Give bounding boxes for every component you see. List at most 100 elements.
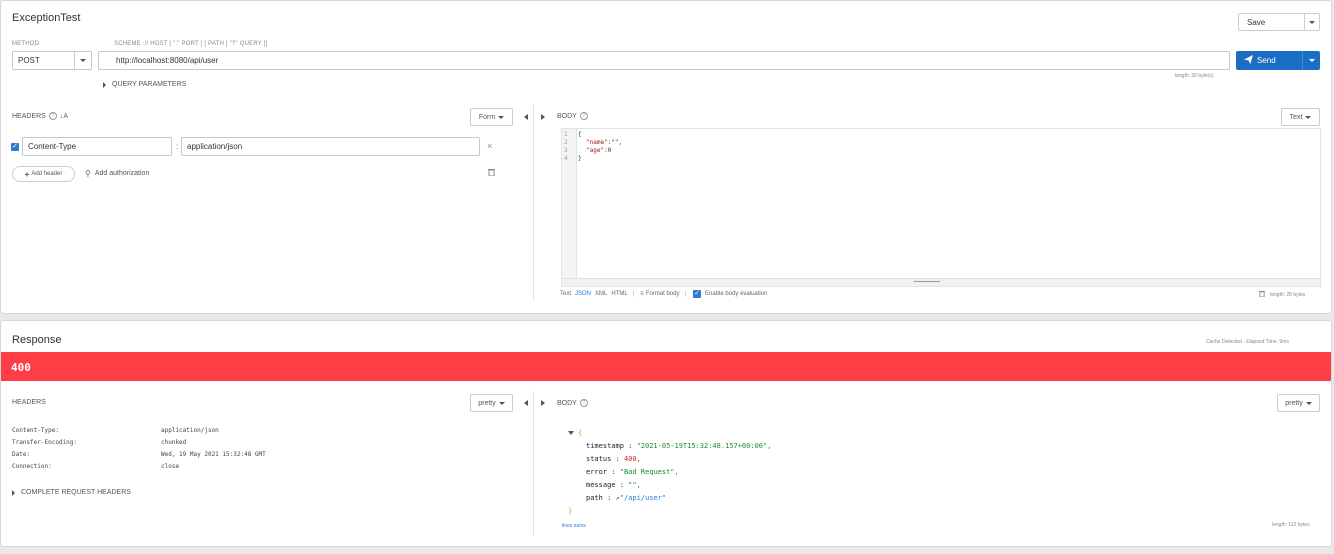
chevron-down-icon: [1305, 401, 1312, 405]
path-link[interactable]: "/api/user": [620, 494, 666, 502]
enable-eval-label: Enable body evaluation: [705, 291, 768, 297]
remove-header-icon[interactable]: ×: [487, 141, 492, 151]
method-value: POST: [18, 56, 40, 65]
enable-eval-checkbox[interactable]: ✓: [693, 290, 702, 298]
response-title: Response: [12, 334, 62, 346]
format-body-link[interactable]: Format body: [646, 291, 680, 297]
format-body-icon: ≡: [640, 291, 644, 297]
header-name-input[interactable]: Content-Type: [22, 137, 172, 156]
plus-icon: +: [24, 169, 30, 179]
body-editor[interactable]: 1{ 2 "name":"", 3 "age":0 4}: [561, 128, 1321, 287]
save-label: Save: [1247, 17, 1266, 27]
header-enabled-checkbox[interactable]: ✓: [11, 143, 19, 151]
json-field-message: message : "",: [586, 481, 641, 489]
response-body-label: BODY: [557, 399, 577, 407]
chevron-down-icon: [1309, 20, 1315, 24]
expand-right-icon[interactable]: [541, 114, 545, 120]
body-mode-value: Text: [1289, 113, 1303, 121]
resize-handle[interactable]: [562, 278, 1320, 286]
header-row: Transfer-Encoding: chunked: [12, 439, 187, 446]
body-length: length: 28 bytes: [1270, 291, 1306, 298]
cache-info: Cache Detected - Elapsed Time: 9ms: [1206, 339, 1289, 345]
json-field-path: path : ↗"/api/user": [586, 494, 667, 502]
json-field-error: error : "Bad Request",: [586, 468, 679, 476]
chevron-down-icon: [1305, 115, 1312, 119]
response-body-mode-select[interactable]: pretty: [1277, 394, 1320, 412]
request-card: ExceptionTest Save METHOD SCHEME :// HOS…: [0, 0, 1332, 314]
response-body-header: BODY ?: [557, 399, 588, 407]
footer-separator: |: [632, 291, 635, 297]
chevron-down-icon: [1308, 59, 1315, 62]
request-title: ExceptionTest: [12, 12, 81, 24]
add-authorization-link[interactable]: ⚲ Add authorization: [85, 169, 149, 178]
send-main[interactable]: Send: [1236, 55, 1302, 66]
body-mode-select[interactable]: Text: [1281, 108, 1320, 126]
url-input[interactable]: http://localhost:8080/api/user: [98, 51, 1230, 70]
code-line: 4}: [564, 155, 582, 162]
header-row: Date: Wed, 19 May 2021 15:32:48 GMT: [12, 451, 266, 458]
method-label: METHOD: [12, 41, 40, 47]
help-icon: ?: [579, 112, 588, 120]
collapse-json-icon[interactable]: [568, 431, 574, 435]
header-value-input[interactable]: application/json: [181, 137, 480, 156]
request-body-label: BODY: [557, 112, 577, 120]
help-icon: ?: [579, 399, 588, 407]
json-field-timestamp: timestamp : "2021-05-19T15:32:48.157+00:…: [586, 442, 772, 450]
pane-divider[interactable]: [533, 391, 534, 536]
body-length-info: length: 28 bytes: [1259, 290, 1305, 299]
send-label: Send: [1257, 56, 1276, 65]
code-line: 2 "name":"",: [564, 139, 623, 146]
request-headers-header: HEADERS ? ↓A: [12, 112, 68, 120]
add-header-button[interactable]: + Add header: [12, 166, 75, 182]
help-icon: ?: [48, 112, 57, 120]
response-headers-label: HEADERS: [12, 399, 46, 406]
header-value-value: application/json: [187, 142, 243, 151]
save-button[interactable]: Save: [1238, 13, 1320, 31]
format-json-option[interactable]: JSON: [575, 291, 591, 297]
send-button[interactable]: Send: [1236, 51, 1320, 70]
collapse-left-icon[interactable]: [524, 400, 528, 406]
status-code: 400: [11, 361, 31, 374]
query-parameters-label: QUERY PARAMETERS: [112, 81, 187, 88]
code-line: 1{: [564, 131, 582, 138]
save-dropdown-toggle[interactable]: [1304, 14, 1319, 30]
trash-icon[interactable]: [488, 168, 495, 178]
format-html-option[interactable]: HTML: [611, 291, 627, 297]
format-xml-option[interactable]: XML: [595, 291, 607, 297]
key-icon: ⚲: [85, 169, 91, 178]
method-select[interactable]: POST: [12, 51, 92, 70]
trash-icon[interactable]: [1259, 290, 1265, 299]
response-headers-mode-select[interactable]: pretty: [470, 394, 513, 412]
pane-divider[interactable]: [533, 105, 534, 301]
url-value: http://localhost:8080/api/user: [116, 56, 219, 65]
collapse-left-icon[interactable]: [524, 114, 528, 120]
request-body-header: BODY ?: [557, 112, 588, 120]
json-open-line: {: [568, 427, 771, 440]
send-dropdown-toggle[interactable]: [1302, 51, 1320, 70]
lines-nums-toggle[interactable]: lines nums: [562, 523, 586, 529]
response-headers-header: HEADERS: [12, 399, 46, 406]
header-row: Content-Type: application/json: [12, 427, 219, 434]
caret-right-icon: [103, 81, 106, 88]
url-label: SCHEME :// HOST [ ":" PORT ] [ PATH [ "?…: [114, 41, 268, 47]
headers-mode-select[interactable]: Form: [470, 108, 513, 126]
response-headers-mode-value: pretty: [478, 399, 496, 407]
json-close-line: }: [568, 507, 573, 515]
response-length: length: 112 bytes: [1272, 522, 1310, 528]
sort-icon[interactable]: ↓A: [60, 113, 68, 120]
paper-plane-icon: [1244, 55, 1253, 66]
method-dropdown-toggle[interactable]: [74, 52, 91, 69]
format-text-option[interactable]: Text: [560, 291, 571, 297]
complete-headers-toggle[interactable]: COMPLETE REQUEST HEADERS: [12, 489, 131, 496]
caret-right-icon: [12, 489, 15, 496]
response-card: Response Cache Detected - Elapsed Time: …: [0, 320, 1332, 547]
response-json: { timestamp : "2021-05-19T15:32:48.157+0…: [568, 427, 771, 518]
query-parameters-toggle[interactable]: QUERY PARAMETERS: [103, 81, 186, 88]
add-authorization-label: Add authorization: [94, 170, 150, 177]
header-row: Connection: close: [12, 463, 180, 470]
body-footer: Text JSON XML HTML | ≡ Format body | ✓ E…: [560, 290, 767, 298]
json-field-status: status : 400,: [586, 455, 641, 463]
expand-right-icon[interactable]: [541, 400, 545, 406]
chevron-down-icon: [498, 401, 505, 405]
code-line: 3 "age":0: [564, 147, 612, 154]
